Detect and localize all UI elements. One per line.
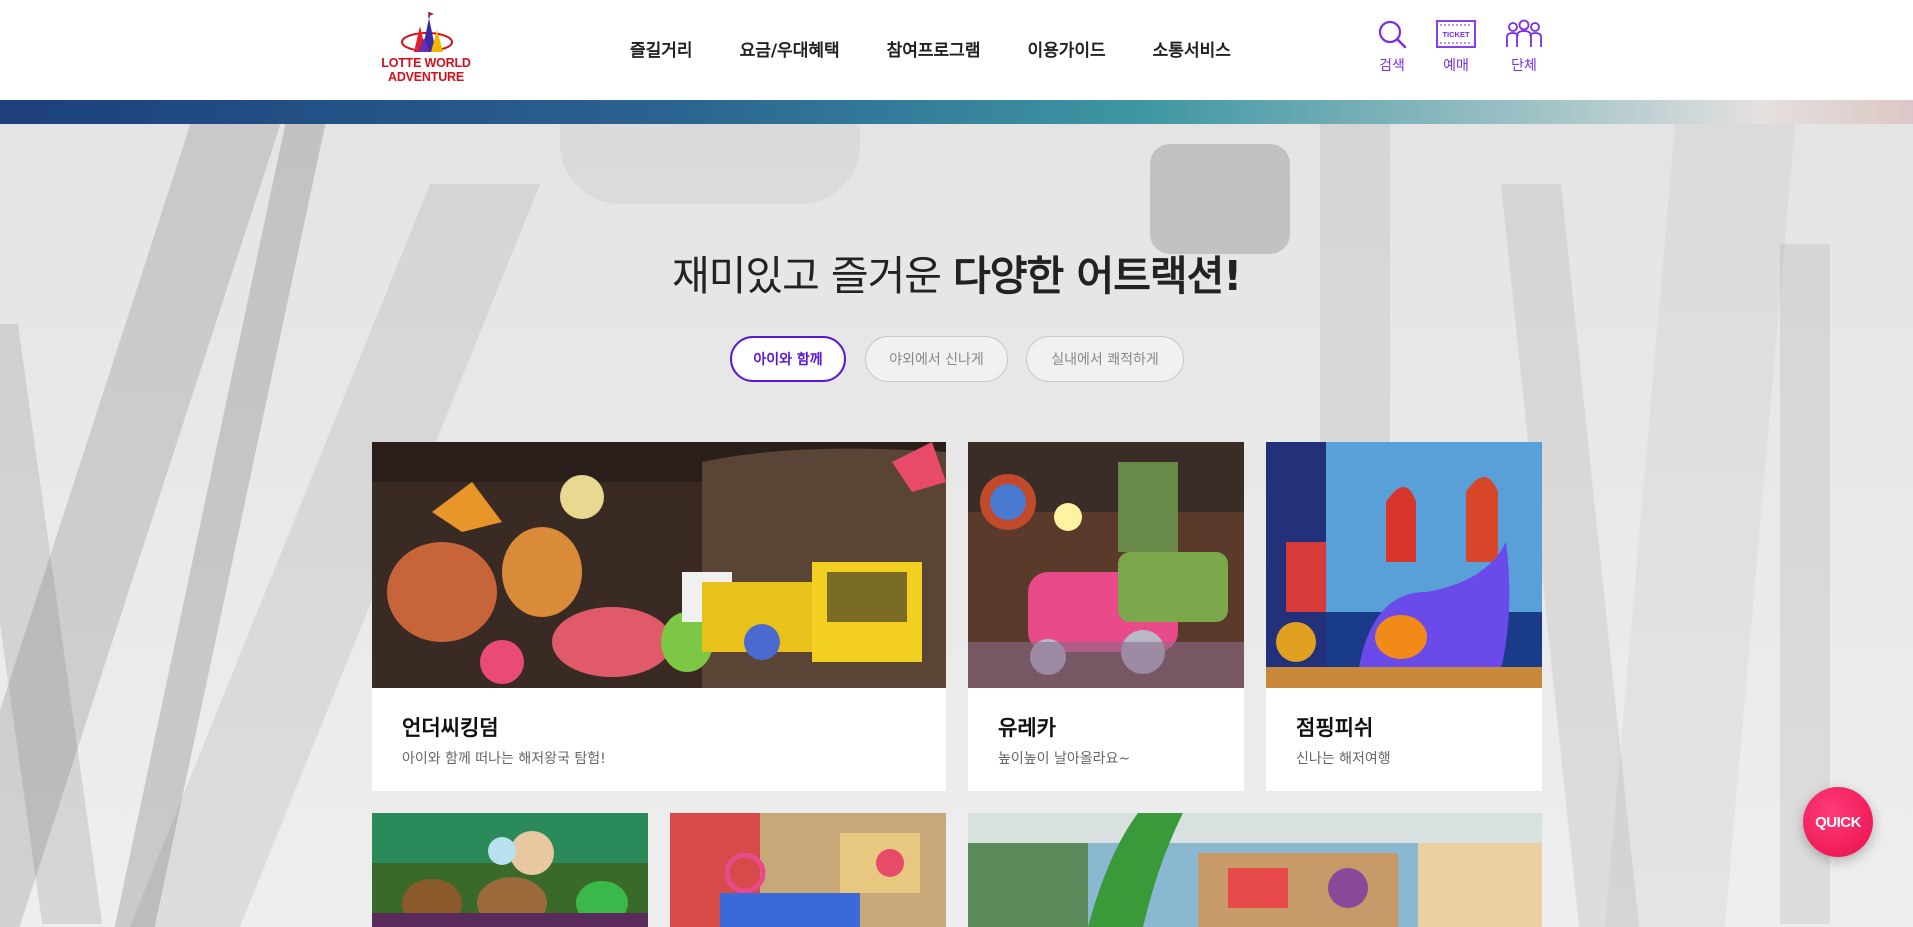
tab-outdoor[interactable]: 야외에서 신나게 bbox=[865, 336, 1008, 382]
attraction-card[interactable] bbox=[670, 813, 946, 927]
banner-gradient-strip bbox=[0, 100, 1913, 124]
group-icon bbox=[1506, 19, 1542, 47]
group-button[interactable]: 단체 bbox=[1494, 18, 1554, 75]
main-nav: 즐길거리 요금/우대혜택 참여프로그램 이용가이드 소통서비스 bbox=[630, 36, 1278, 61]
heading-bold: 다양한 어트랙션! bbox=[953, 252, 1242, 300]
search-icon bbox=[1378, 20, 1407, 49]
card-title: 점핑피쉬 bbox=[1296, 716, 1374, 740]
nav-item-guide[interactable]: 이용가이드 bbox=[1027, 36, 1105, 61]
logo-text: LOTTE WORLD ADVENTURE bbox=[381, 56, 471, 84]
section-heading: 재미있고 즐거운 다양한 어트랙션! bbox=[0, 242, 1913, 302]
nav-item-fares[interactable]: 요금/우대혜택 bbox=[740, 36, 840, 61]
attraction-photo bbox=[670, 813, 946, 927]
eureka-photo bbox=[968, 442, 1244, 688]
nav-item-communication[interactable]: 소통서비스 bbox=[1153, 36, 1231, 61]
nav-item-attractions[interactable]: 즐길거리 bbox=[630, 36, 693, 61]
search-button[interactable]: 검색 bbox=[1362, 18, 1422, 75]
ticket-label: 예매 bbox=[1443, 58, 1469, 74]
attraction-card[interactable]: 유레카 높이높이 날아올라요~ bbox=[968, 442, 1244, 791]
quick-menu-button[interactable]: QUICK bbox=[1803, 787, 1873, 857]
attraction-card[interactable]: 점핑피쉬 신나는 해저여행 bbox=[1266, 442, 1542, 791]
tab-indoor[interactable]: 실내에서 쾌적하게 bbox=[1026, 336, 1184, 382]
tab-with-kids[interactable]: 아이와 함께 bbox=[730, 336, 846, 382]
card-title: 유레카 bbox=[998, 716, 1056, 740]
lotte-world-logo[interactable]: LOTTE WORLD ADVENTURE bbox=[370, 12, 482, 88]
card-description: 아이와 함께 떠나는 해저왕국 탐험! bbox=[402, 751, 606, 767]
search-label: 검색 bbox=[1379, 58, 1405, 74]
group-label: 단체 bbox=[1511, 58, 1537, 74]
heading-light: 재미있고 즐거운 bbox=[671, 252, 954, 300]
castle-logo-icon bbox=[401, 12, 453, 52]
attraction-card[interactable]: 언더씨킹덤 아이와 함께 떠나는 해저왕국 탐험! bbox=[372, 442, 946, 791]
attraction-card[interactable] bbox=[372, 813, 648, 927]
under-sea-kingdom-photo bbox=[372, 442, 946, 688]
card-description: 신나는 해저여행 bbox=[1296, 751, 1391, 767]
nav-item-programs[interactable]: 참여프로그램 bbox=[887, 36, 981, 61]
site-header: LOTTE WORLD ADVENTURE 즐길거리 요금/우대혜택 참여프로그… bbox=[0, 0, 1913, 100]
attraction-photo bbox=[372, 813, 648, 927]
ticket-button[interactable]: TICKET 예매 bbox=[1426, 18, 1486, 75]
jumping-fish-photo bbox=[1266, 442, 1542, 688]
attraction-photo bbox=[968, 813, 1542, 927]
attraction-card[interactable] bbox=[968, 813, 1542, 927]
ticket-icon: TICKET bbox=[1436, 20, 1476, 48]
card-description: 높이높이 날아올라요~ bbox=[998, 751, 1131, 767]
card-title: 언더씨킹덤 bbox=[402, 716, 499, 740]
svg-text:TICKET: TICKET bbox=[1442, 30, 1470, 39]
